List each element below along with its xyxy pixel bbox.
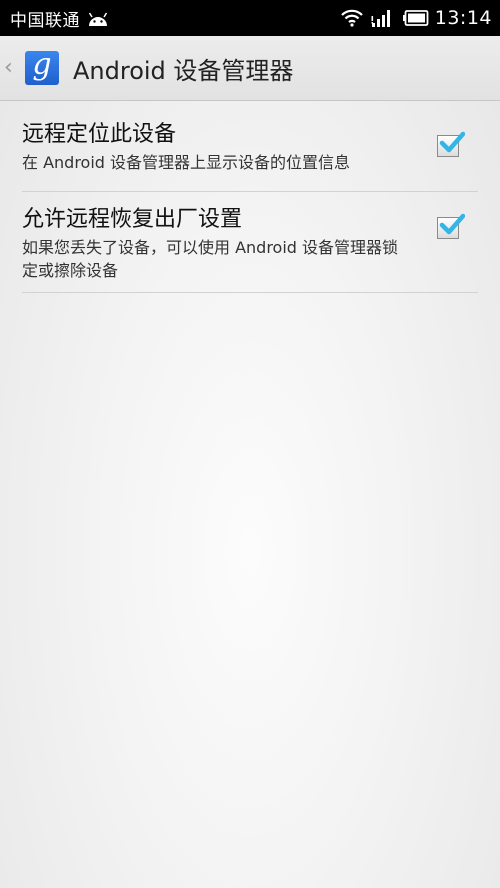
status-left: 中国联通 <box>10 6 110 31</box>
action-bar: ‹ g Android 设备管理器 <box>0 36 500 101</box>
wifi-icon <box>340 9 363 27</box>
app-icon[interactable]: g <box>25 47 59 85</box>
page-title: Android 设备管理器 <box>73 56 294 85</box>
checkmark-icon <box>439 131 465 153</box>
remote-locate-checkbox[interactable] <box>437 131 465 157</box>
android-icon <box>88 12 108 26</box>
setting-summary: 如果您丢失了设备，可以使用 Android 设备管理器锁定或擦除设备 <box>22 238 399 280</box>
status-bar: 中国联通 13:14 <box>0 0 500 36</box>
remote-reset-checkbox[interactable] <box>437 213 465 239</box>
battery-icon <box>402 10 429 26</box>
clock: 13:14 <box>434 7 492 29</box>
setting-item-remote-locate[interactable]: 远程定位此设备 在 Android 设备管理器上显示设备的位置信息 <box>22 104 478 192</box>
setting-title: 远程定位此设备 <box>22 122 177 147</box>
checkmark-icon <box>439 213 465 235</box>
carrier-name: 中国联通 <box>10 10 80 31</box>
status-right: 13:14 <box>340 7 492 29</box>
setting-summary: 在 Android 设备管理器上显示设备的位置信息 <box>22 153 351 172</box>
signal-icon <box>371 10 390 27</box>
setting-item-remote-reset[interactable]: 允许远程恢复出厂设置 如果您丢失了设备，可以使用 Android 设备管理器锁定… <box>22 192 478 293</box>
app-icon-letter: g <box>32 47 52 82</box>
settings-list: 远程定位此设备 在 Android 设备管理器上显示设备的位置信息 允许远程恢复… <box>22 104 478 293</box>
setting-title: 允许远程恢复出厂设置 <box>22 207 243 232</box>
up-icon[interactable]: ‹ <box>4 57 18 79</box>
